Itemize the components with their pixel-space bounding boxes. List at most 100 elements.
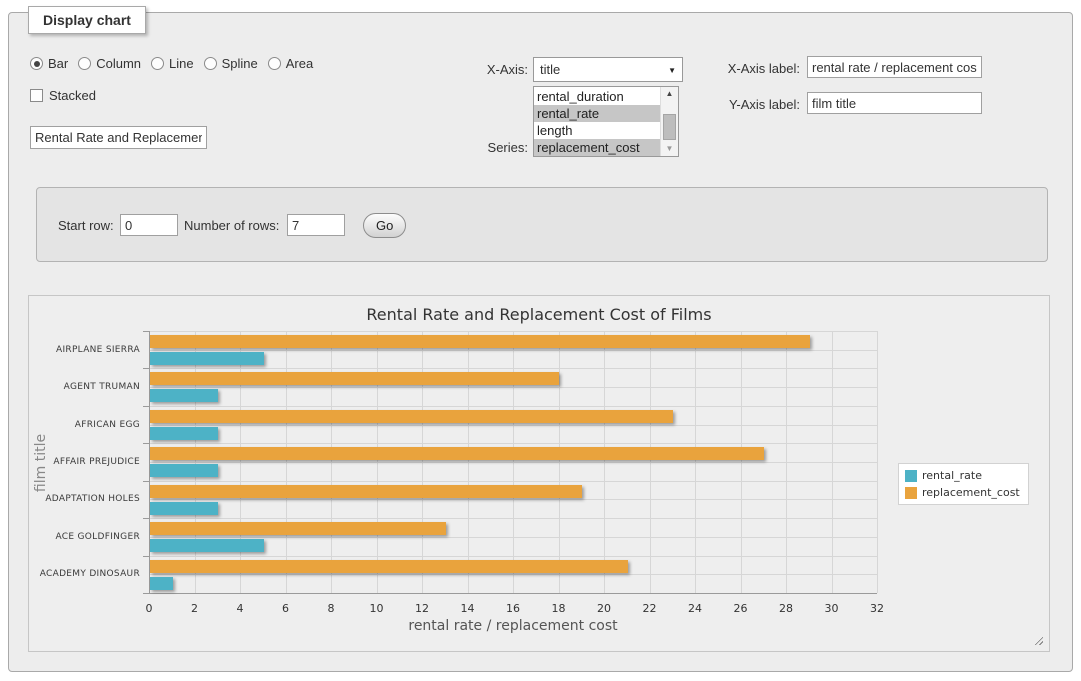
x-tick-label: 26 — [724, 602, 758, 615]
x-tick-label: 0 — [132, 602, 166, 615]
radio-icon[interactable] — [78, 57, 91, 70]
axis-tick — [143, 518, 149, 519]
x-tick-label: 22 — [633, 602, 667, 615]
series-option-rental_duration[interactable]: rental_duration — [534, 88, 661, 105]
gridline — [149, 518, 877, 519]
legend-item-rental_rate[interactable]: rental_rate — [905, 469, 1020, 482]
category-label: AGENT TRUMAN — [29, 382, 140, 392]
legend-swatch-icon — [905, 470, 917, 482]
axis-tick — [143, 368, 149, 369]
legend-swatch-icon — [905, 487, 917, 499]
category-label: AFRICAN EGG — [29, 420, 140, 430]
series-option-length[interactable]: length — [534, 122, 661, 139]
series-listbox[interactable]: rental_durationrental_ratelengthreplacem… — [533, 86, 679, 157]
scroll-up-icon[interactable]: ▲ — [663, 88, 676, 100]
row-range-panel: Start row: Number of rows: Go — [36, 187, 1048, 262]
stacked-option[interactable]: Stacked — [30, 88, 96, 103]
legend-label: rental_rate — [922, 469, 982, 482]
chart-type-label: Bar — [48, 56, 68, 71]
category-label: ACADEMY DINOSAUR — [29, 569, 140, 579]
chart-container: Rental Rate and Replacement Cost of Film… — [28, 295, 1050, 652]
chart-type-radio-bar[interactable]: Bar — [30, 56, 68, 71]
bar-replacement_cost-4[interactable] — [150, 485, 582, 498]
x-axis-select[interactable]: title ▼ — [533, 57, 683, 82]
start-row-input[interactable] — [120, 214, 178, 236]
category-label: ADAPTATION HOLES — [29, 494, 140, 504]
category-label: AIRPLANE SIERRA — [29, 345, 140, 355]
bar-rental_rate-5[interactable] — [150, 539, 264, 552]
radio-icon[interactable] — [268, 57, 281, 70]
chart-type-radio-spline[interactable]: Spline — [204, 56, 258, 71]
gridline — [149, 499, 877, 500]
axis-tick — [143, 593, 149, 594]
number-of-rows-input[interactable] — [287, 214, 345, 236]
x-tick-label: 2 — [178, 602, 212, 615]
x-axis-label-input[interactable] — [807, 56, 982, 78]
bar-rental_rate-0[interactable] — [150, 352, 264, 365]
listbox-scrollbar[interactable]: ▲ ▼ — [660, 87, 678, 156]
y-axis-label-input[interactable] — [807, 92, 982, 114]
bar-rental_rate-2[interactable] — [150, 427, 218, 440]
category-label: AFFAIR PREJUDICE — [29, 457, 140, 467]
gridline — [877, 331, 878, 593]
page: Display chart BarColumnLineSplineArea St… — [0, 0, 1081, 681]
gridline — [149, 406, 877, 407]
gridline — [149, 331, 877, 332]
x-tick-label: 30 — [815, 602, 849, 615]
axis-tick — [143, 481, 149, 482]
series-option-rental_rate[interactable]: rental_rate — [534, 105, 661, 122]
bar-rental_rate-3[interactable] — [150, 464, 218, 477]
axis-tick — [143, 556, 149, 557]
x-tick-label: 28 — [769, 602, 803, 615]
number-of-rows-label: Number of rows: — [184, 218, 279, 233]
legend-item-replacement_cost[interactable]: replacement_cost — [905, 486, 1020, 499]
y-axis-line — [149, 331, 150, 593]
chart-title: Rental Rate and Replacement Cost of Film… — [29, 305, 1049, 324]
axis-tick — [143, 443, 149, 444]
x-tick-label: 8 — [314, 602, 348, 615]
gridline — [149, 462, 877, 463]
chart-type-radio-line[interactable]: Line — [151, 56, 194, 71]
resize-handle-icon[interactable] — [1032, 634, 1043, 645]
bar-rental_rate-6[interactable] — [150, 577, 173, 590]
series-option-replacement_cost[interactable]: replacement_cost — [534, 139, 661, 156]
bar-replacement_cost-0[interactable] — [150, 335, 810, 348]
gridline — [149, 481, 877, 482]
bar-replacement_cost-6[interactable] — [150, 560, 628, 573]
x-tick-label: 18 — [542, 602, 576, 615]
scroll-down-icon[interactable]: ▼ — [663, 143, 676, 155]
series-options: rental_durationrental_ratelengthreplacem… — [534, 88, 661, 156]
x-axis-selected-value: title — [540, 62, 560, 77]
chart-title-input[interactable] — [30, 126, 207, 149]
x-tick-label: 16 — [496, 602, 530, 615]
chart-type-radio-area[interactable]: Area — [268, 56, 313, 71]
gridline — [149, 387, 877, 388]
go-button[interactable]: Go — [363, 213, 406, 238]
axis-tick — [143, 331, 149, 332]
x-tick-label: 6 — [269, 602, 303, 615]
bar-replacement_cost-5[interactable] — [150, 522, 446, 535]
x-tick-label: 10 — [360, 602, 394, 615]
x-tick-label: 24 — [678, 602, 712, 615]
chart-type-radio-column[interactable]: Column — [78, 56, 141, 71]
chart-type-radio-group: Bar Column Line Spline Area — [30, 56, 313, 71]
bar-rental_rate-4[interactable] — [150, 502, 218, 515]
x-tick-label: 14 — [451, 602, 485, 615]
y-axis-label-caption: Y-Axis label: — [714, 97, 800, 112]
radio-icon[interactable] — [30, 57, 43, 70]
stacked-checkbox[interactable] — [30, 89, 43, 102]
bar-replacement_cost-2[interactable] — [150, 410, 673, 423]
bar-rental_rate-1[interactable] — [150, 389, 218, 402]
radio-icon[interactable] — [151, 57, 164, 70]
x-tick-label: 12 — [405, 602, 439, 615]
x-tick-label: 4 — [223, 602, 257, 615]
radio-icon[interactable] — [204, 57, 217, 70]
bar-replacement_cost-1[interactable] — [150, 372, 559, 385]
scrollbar-thumb[interactable] — [663, 114, 676, 140]
bar-replacement_cost-3[interactable] — [150, 447, 764, 460]
x-axis-line — [149, 593, 877, 594]
axis-tick — [143, 406, 149, 407]
gridline — [149, 537, 877, 538]
x-axis-label-caption: X-Axis label: — [714, 61, 800, 76]
chart-type-label: Column — [96, 56, 141, 71]
